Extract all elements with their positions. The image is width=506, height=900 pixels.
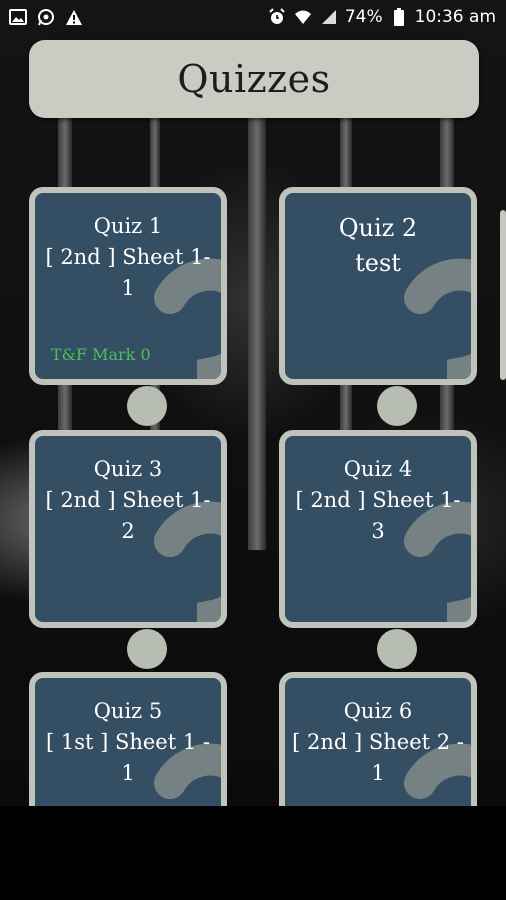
quiz-title: Quiz 2	[338, 214, 418, 242]
question-dot-icon	[377, 386, 417, 426]
whatsapp-icon	[36, 7, 56, 27]
battery-percent: 74%	[344, 7, 383, 27]
question-dot-icon	[127, 386, 167, 426]
bottom-area	[0, 806, 506, 900]
quiz-title: Quiz 3	[93, 457, 163, 481]
quiz-subtitle: [ 1st ] Sheet 1 - 1	[45, 730, 210, 785]
question-dot-icon	[377, 629, 417, 669]
question-dot-icon	[127, 629, 167, 669]
quiz-tile-4[interactable]: Quiz 4 [ 2nd ] Sheet 1-3	[279, 430, 477, 669]
status-bar: 74% 10:36 am	[0, 0, 506, 36]
clock: 10:36 am	[414, 7, 496, 27]
wifi-icon	[293, 7, 313, 27]
quiz-subtitle: [ 2nd ] Sheet 1-1	[45, 245, 211, 300]
quiz-title: Quiz 1	[93, 214, 163, 238]
page-title: Quizzes	[29, 40, 479, 118]
quiz-subtitle: [ 2nd ] Sheet 2 - 1	[292, 730, 464, 785]
quiz-title: Quiz 6	[343, 699, 413, 723]
battery-icon	[389, 7, 409, 27]
quiz-tile-2[interactable]: Quiz 2 test	[279, 187, 477, 426]
alarm-icon	[267, 7, 287, 27]
quiz-subtitle: [ 2nd ] Sheet 1-3	[295, 488, 461, 543]
quiz-title: Quiz 4	[343, 457, 413, 481]
quiz-mark: T&F Mark 0	[51, 345, 151, 364]
quiz-subtitle: [ 2nd ] Sheet 1-2	[45, 488, 211, 543]
image-icon	[8, 7, 28, 27]
warning-icon	[64, 7, 84, 27]
quiz-title: Quiz 5	[93, 699, 163, 723]
background-bar	[248, 110, 266, 550]
quiz-tile-3[interactable]: Quiz 3 [ 2nd ] Sheet 1-2	[29, 430, 227, 669]
quiz-subtitle: test	[355, 249, 401, 277]
quiz-tile-1[interactable]: Quiz 1 [ 2nd ] Sheet 1-1 T&F Mark 0	[29, 187, 227, 426]
next-column-edge	[500, 210, 506, 380]
signal-icon	[319, 7, 339, 27]
